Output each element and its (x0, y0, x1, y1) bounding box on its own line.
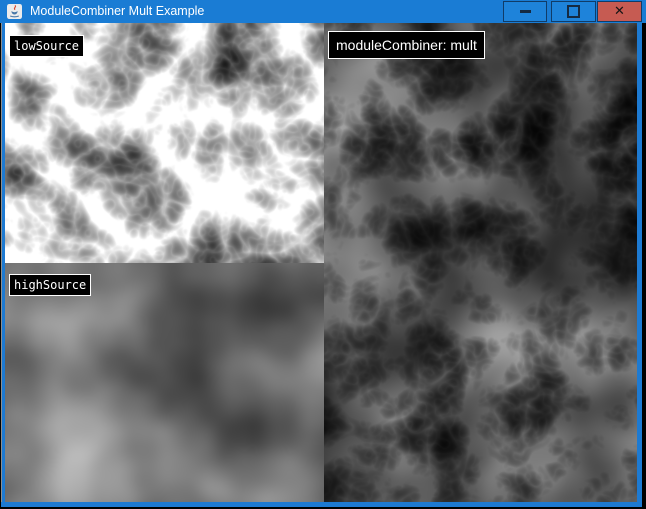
lowsource-texture (5, 23, 324, 263)
minimize-icon (520, 10, 531, 13)
window-title: ModuleCombiner Mult Example (30, 0, 204, 23)
window-frame-right (637, 23, 642, 507)
maximize-button[interactable] (551, 1, 596, 22)
java-icon-svg (7, 4, 22, 19)
mult-texture (324, 23, 637, 502)
close-icon: ✕ (614, 5, 625, 18)
lowsource-label: lowSource (9, 35, 84, 57)
highsource-texture (5, 263, 324, 502)
mult-label: moduleCombiner: mult (328, 31, 485, 59)
maximize-icon (567, 5, 580, 18)
highsource-label: highSource (9, 274, 91, 296)
java-icon[interactable] (7, 4, 22, 19)
window-frame-bottom (1, 502, 642, 507)
close-button[interactable]: ✕ (597, 1, 642, 22)
titlebar[interactable]: ModuleCombiner Mult Example ✕ (0, 0, 646, 23)
minimize-button[interactable] (503, 1, 547, 22)
screenshot-root: ModuleCombiner Mult Example ✕ lowSource … (0, 0, 646, 509)
